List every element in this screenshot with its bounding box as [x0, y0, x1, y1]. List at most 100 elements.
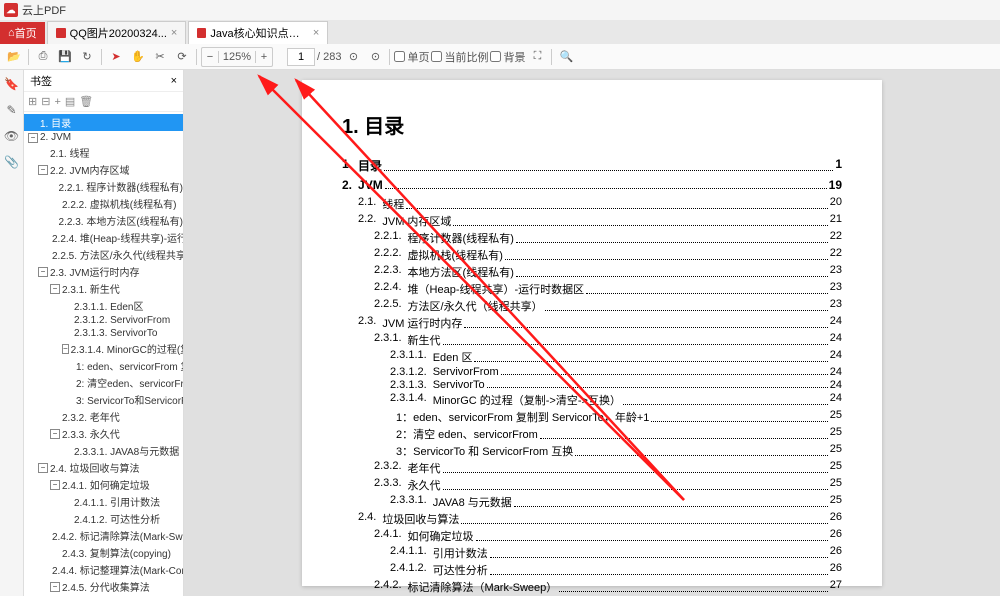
tree-toggle-icon[interactable]: − [28, 133, 38, 143]
refresh-icon[interactable]: ⟳ [172, 47, 192, 67]
toc-entry[interactable]: 2.2.1.程序计数器(线程私有)22 [342, 230, 842, 246]
hand-icon[interactable]: ✋ [128, 47, 148, 67]
toc-entry[interactable]: 2：清空 eden、servicorFrom25 [342, 426, 842, 442]
search-icon[interactable]: 🔍 [556, 47, 576, 67]
cut-icon[interactable]: ✂ [150, 47, 170, 67]
bookmark-item[interactable]: 2.4.1.1. 引用计数法 [24, 493, 183, 510]
toc-entry[interactable]: 2.2.2.虚拟机栈(线程私有)22 [342, 247, 842, 263]
toc-entry[interactable]: 2.4.2.标记清除算法（Mark-Sweep）27 [342, 579, 842, 595]
bookmark-item[interactable]: 2.4.1.2. 可达性分析 [24, 510, 183, 527]
bookmark-item[interactable]: 1: eden、servicorFrom 复制到ServicorTo，年龄+1 [24, 357, 183, 374]
single-page-checkbox[interactable]: 单页 [394, 49, 429, 65]
toc-entry[interactable]: 2.2.JVM 内存区域21 [342, 213, 842, 229]
add-bookmark-icon[interactable]: + [54, 96, 60, 108]
toc-entry[interactable]: 2.3.2.老年代25 [342, 460, 842, 476]
page-down-icon[interactable]: ⊙ [365, 47, 385, 67]
toc-entry[interactable]: 2.JVM19 [342, 178, 842, 192]
bookmark-item[interactable]: 2.2.2. 虚拟机栈(线程私有) [24, 195, 183, 212]
zoom-out-button[interactable]: − [202, 51, 218, 63]
open-icon[interactable]: 📂 [4, 47, 24, 67]
page-input[interactable] [287, 48, 315, 66]
document-viewer[interactable]: 1. 目录 1.目录12.JVM192.1.线程202.2.JVM 内存区域21… [184, 70, 1000, 596]
toc-entry[interactable]: 3：ServicorTo 和 ServicorFrom 互换25 [342, 443, 842, 459]
toc-entry[interactable]: 2.4.1.2.可达性分析26 [342, 562, 842, 578]
bookmark-item[interactable]: −2.4.5. 分代收集算法 [24, 578, 183, 595]
tree-toggle-icon[interactable]: − [50, 429, 60, 439]
toc-entry[interactable]: 2.2.3.本地方法区(线程私有)23 [342, 264, 842, 280]
toc-entry[interactable]: 2.4.垃圾回收与算法26 [342, 511, 842, 527]
bookmark-item[interactable]: −2. JVM [24, 131, 183, 144]
zoom-value[interactable]: 125% [218, 51, 256, 63]
fit-ratio-checkbox[interactable]: 当前比例 [431, 49, 488, 65]
bookmark-item[interactable]: 1. 目录 [24, 114, 183, 131]
tree-toggle-icon[interactable]: − [62, 344, 69, 354]
print-icon[interactable]: ⎙ [33, 47, 53, 67]
bookmark-item[interactable]: 2: 清空eden、servicorFrom [24, 374, 183, 391]
bookmark-item[interactable]: −2.4. 垃圾回收与算法 [24, 459, 183, 476]
bookmark-item[interactable]: 2.1. 线程 [24, 144, 183, 161]
close-tab-icon[interactable]: × [313, 27, 319, 39]
collapse-all-icon[interactable]: ⊟ [41, 95, 50, 108]
bookmark-rail-icon[interactable]: 🔖 [4, 76, 20, 92]
page-up-icon[interactable]: ⊙ [343, 47, 363, 67]
bookmark-item[interactable]: 2.3.1.1. Eden区 [24, 297, 183, 314]
edit-rail-icon[interactable]: ✎ [4, 102, 20, 118]
bookmark-tree[interactable]: 1. 目录−2. JVM2.1. 线程−2.2. JVM内存区域2.2.1. 程… [24, 112, 183, 596]
toc-entry[interactable]: 2.3.1.4.MinorGC 的过程（复制->清空->互换）24 [342, 392, 842, 408]
rotate-icon[interactable]: ↻ [77, 47, 97, 67]
toc-entry[interactable]: 2.3.3.1.JAVA8 与元数据25 [342, 494, 842, 510]
toc-entry[interactable]: 2.3.1.1.Eden 区24 [342, 349, 842, 365]
toc-entry[interactable]: 2.2.4.堆（Heap-线程共享）-运行时数据区23 [342, 281, 842, 297]
view-rail-icon[interactable]: 👁 [4, 128, 20, 144]
bookmark-item[interactable]: −2.4.1. 如何确定垃圾 [24, 476, 183, 493]
bookmark-item[interactable]: 2.4.4. 标记整理算法(Mark-Compact) [24, 561, 183, 578]
tree-toggle-icon[interactable]: − [38, 165, 48, 175]
attach-rail-icon[interactable]: 📎 [4, 154, 20, 170]
background-checkbox[interactable]: 背景 [490, 49, 525, 65]
document-tab[interactable]: QQ图片20200324...× [47, 21, 187, 44]
bookmark-item[interactable]: 2.4.2. 标记清除算法(Mark-Sweep) [24, 527, 183, 544]
tree-toggle-icon[interactable]: − [38, 267, 48, 277]
bookmark-item[interactable]: 2.2.5. 方法区/永久代(线程共享) [24, 246, 183, 263]
bookmark-item[interactable]: −2.3. JVM运行时内存 [24, 263, 183, 280]
toc-entry[interactable]: 2.3.JVM 运行时内存24 [342, 315, 842, 331]
fullscreen-icon[interactable]: ⛶ [527, 47, 547, 67]
zoom-in-button[interactable]: + [256, 51, 272, 63]
toc-entry[interactable]: 1：eden、servicorFrom 复制到 ServicorTo，年龄+12… [342, 409, 842, 425]
toc-entry[interactable]: 2.1.线程20 [342, 196, 842, 212]
bookmark-item[interactable]: 2.3.1.3. ServivorTo [24, 327, 183, 340]
toc-entry[interactable]: 2.4.1.如何确定垃圾26 [342, 528, 842, 544]
toc-entry[interactable]: 2.2.5.方法区/永久代（线程共享）23 [342, 298, 842, 314]
tree-toggle-icon[interactable]: − [38, 463, 48, 473]
bookmark-item[interactable]: −2.2. JVM内存区域 [24, 161, 183, 178]
bookmark-item[interactable]: 2.3.2. 老年代 [24, 408, 183, 425]
toc-entry[interactable]: 2.3.1.新生代24 [342, 332, 842, 348]
tree-toggle-icon[interactable]: − [50, 284, 60, 294]
bookmark-item[interactable]: 2.2.4. 堆(Heap-线程共享)-运行时数据区 [24, 229, 183, 246]
expand-all-icon[interactable]: ⊞ [28, 95, 37, 108]
tree-toggle-icon[interactable]: − [50, 582, 60, 592]
toc-entry[interactable]: 1.目录1 [342, 157, 842, 174]
home-tab[interactable]: ⌂ 首页 [0, 22, 45, 44]
tree-toggle-icon[interactable]: ▤ [65, 95, 75, 108]
bookmark-item[interactable]: −2.3.1.4. MinorGC的过程(复制->清空->互换) [24, 340, 183, 357]
bookmark-item[interactable]: 3: ServicorTo和ServicorFrom互换 [24, 391, 183, 408]
document-tab[interactable]: Java核心知识点整理...× [188, 21, 328, 44]
bookmark-item[interactable]: 2.3.1.2. ServivorFrom [24, 314, 183, 327]
toc-entry[interactable]: 2.3.1.3.ServivorTo24 [342, 379, 842, 391]
bookmark-item[interactable]: −2.3.1. 新生代 [24, 280, 183, 297]
bookmark-item[interactable]: 2.3.3.1. JAVA8与元数据 [24, 442, 183, 459]
bookmark-item[interactable]: −2.3.3. 永久代 [24, 425, 183, 442]
toc-entry[interactable]: 2.3.1.2.ServivorFrom24 [342, 366, 842, 378]
bookmark-item[interactable]: 2.2.3. 本地方法区(线程私有) [24, 212, 183, 229]
close-tab-icon[interactable]: × [171, 27, 177, 39]
tree-toggle-icon[interactable]: − [50, 480, 60, 490]
delete-bookmark-icon[interactable]: 🗑 [79, 95, 93, 108]
save-icon[interactable]: 💾 [55, 47, 75, 67]
toc-entry[interactable]: 2.3.3.永久代25 [342, 477, 842, 493]
pointer-icon[interactable]: ➤ [106, 47, 126, 67]
bookmark-item[interactable]: 2.4.3. 复制算法(copying) [24, 544, 183, 561]
bookmark-item[interactable]: 2.2.1. 程序计数器(线程私有) [24, 178, 183, 195]
toc-entry[interactable]: 2.4.1.1.引用计数法26 [342, 545, 842, 561]
close-panel-icon[interactable]: × [171, 75, 177, 87]
